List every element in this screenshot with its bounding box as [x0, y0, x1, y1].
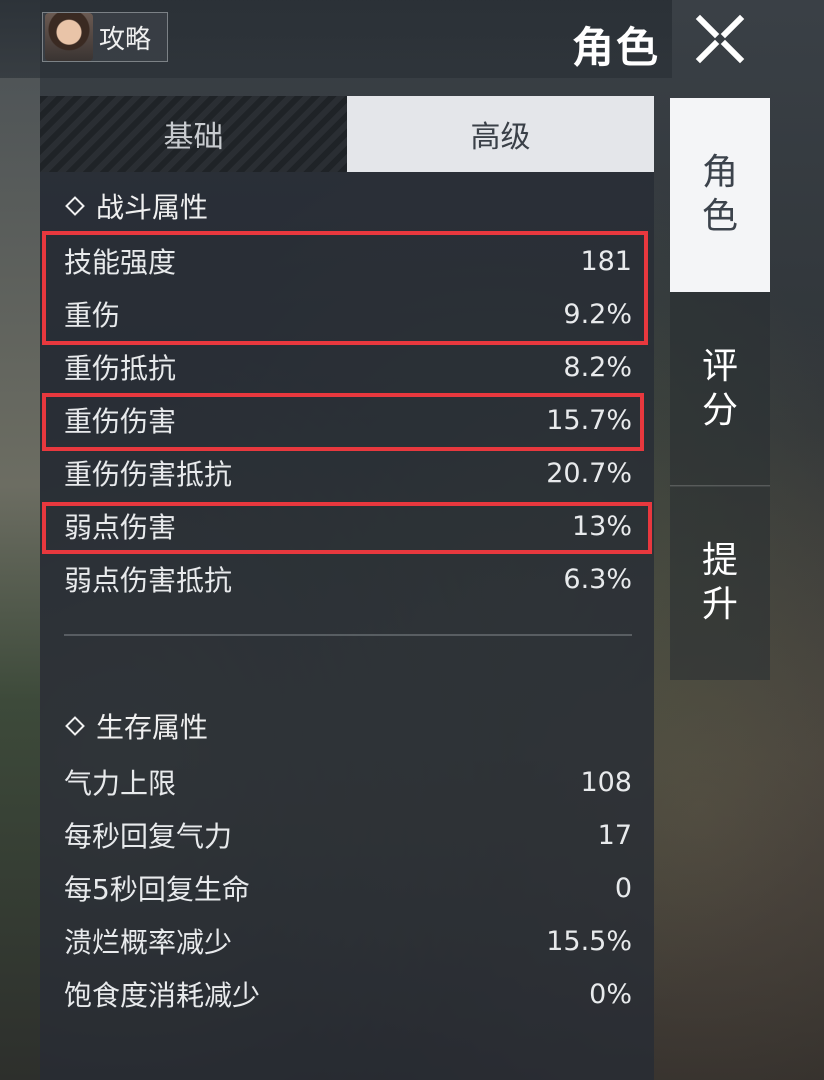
stat-name: 溃烂概率减少	[64, 926, 233, 959]
combat-section-label: 战斗属性	[96, 191, 209, 224]
tab-basic[interactable]: 基础	[40, 96, 347, 172]
side-tab-label: 提 升	[701, 540, 738, 625]
guide-button[interactable]: 攻略	[42, 12, 168, 62]
stat-row: 溃烂概率减少 15.5%	[64, 919, 632, 963]
highlight-box-weakpoint-damage	[42, 502, 652, 554]
stat-value: 17	[597, 819, 632, 851]
stat-name: 每5秒回复生命	[64, 873, 250, 906]
stat-value: 0%	[589, 978, 632, 1010]
stat-name: 每秒回复气力	[64, 820, 233, 853]
side-tab-character[interactable]: 角 色	[670, 98, 770, 292]
highlight-box-skill-crit	[42, 231, 648, 345]
stat-row: 重伤抵抗 8.2%	[64, 345, 632, 389]
scene-left-strip	[0, 0, 40, 1080]
diamond-icon	[65, 716, 85, 736]
page-title: 角色	[571, 23, 660, 72]
tab-bar: 基础 高级	[40, 96, 654, 172]
close-button[interactable]	[672, 0, 768, 78]
stat-value: 20.7%	[546, 457, 632, 489]
stat-value: 6.3%	[563, 563, 632, 595]
stat-row: 气力上限 108	[64, 760, 632, 804]
stat-name: 弱点伤害抵抗	[64, 564, 233, 597]
side-tab-label: 角 色	[701, 152, 738, 237]
diamond-icon	[65, 196, 85, 216]
side-tab-improve[interactable]: 提 升	[670, 486, 770, 680]
stat-row: 重伤伤害抵抗 20.7%	[64, 451, 632, 495]
stat-row: 饱食度消耗减少 0%	[64, 972, 632, 1016]
stat-name: 重伤伤害抵抗	[64, 458, 233, 491]
close-icon	[695, 14, 745, 64]
highlight-box-crit-damage	[42, 393, 644, 451]
combat-section-title: 战斗属性	[64, 186, 208, 226]
guide-label: 攻略	[99, 24, 152, 55]
stat-name: 气力上限	[64, 767, 177, 800]
stat-row: 每秒回复气力 17	[64, 813, 632, 857]
stat-row: 弱点伤害抵抗 6.3%	[64, 557, 632, 601]
side-tab-score[interactable]: 评 分	[670, 292, 770, 486]
tab-advanced[interactable]: 高级	[347, 96, 654, 172]
side-nav: 角 色 评 分 提 升	[670, 98, 770, 698]
stat-name: 重伤抵抗	[64, 352, 177, 385]
guide-avatar	[45, 13, 93, 61]
survival-section-label: 生存属性	[96, 711, 209, 744]
stat-value: 108	[580, 766, 632, 798]
stat-name: 饱食度消耗减少	[64, 979, 261, 1012]
survival-section-title: 生存属性	[64, 706, 208, 746]
stat-row: 每5秒回复生命 0	[64, 866, 632, 910]
section-divider	[64, 634, 632, 636]
stat-value: 0	[614, 872, 632, 904]
stat-value: 8.2%	[563, 351, 632, 383]
side-tab-label: 评 分	[701, 346, 738, 431]
stat-value: 15.5%	[546, 925, 632, 957]
